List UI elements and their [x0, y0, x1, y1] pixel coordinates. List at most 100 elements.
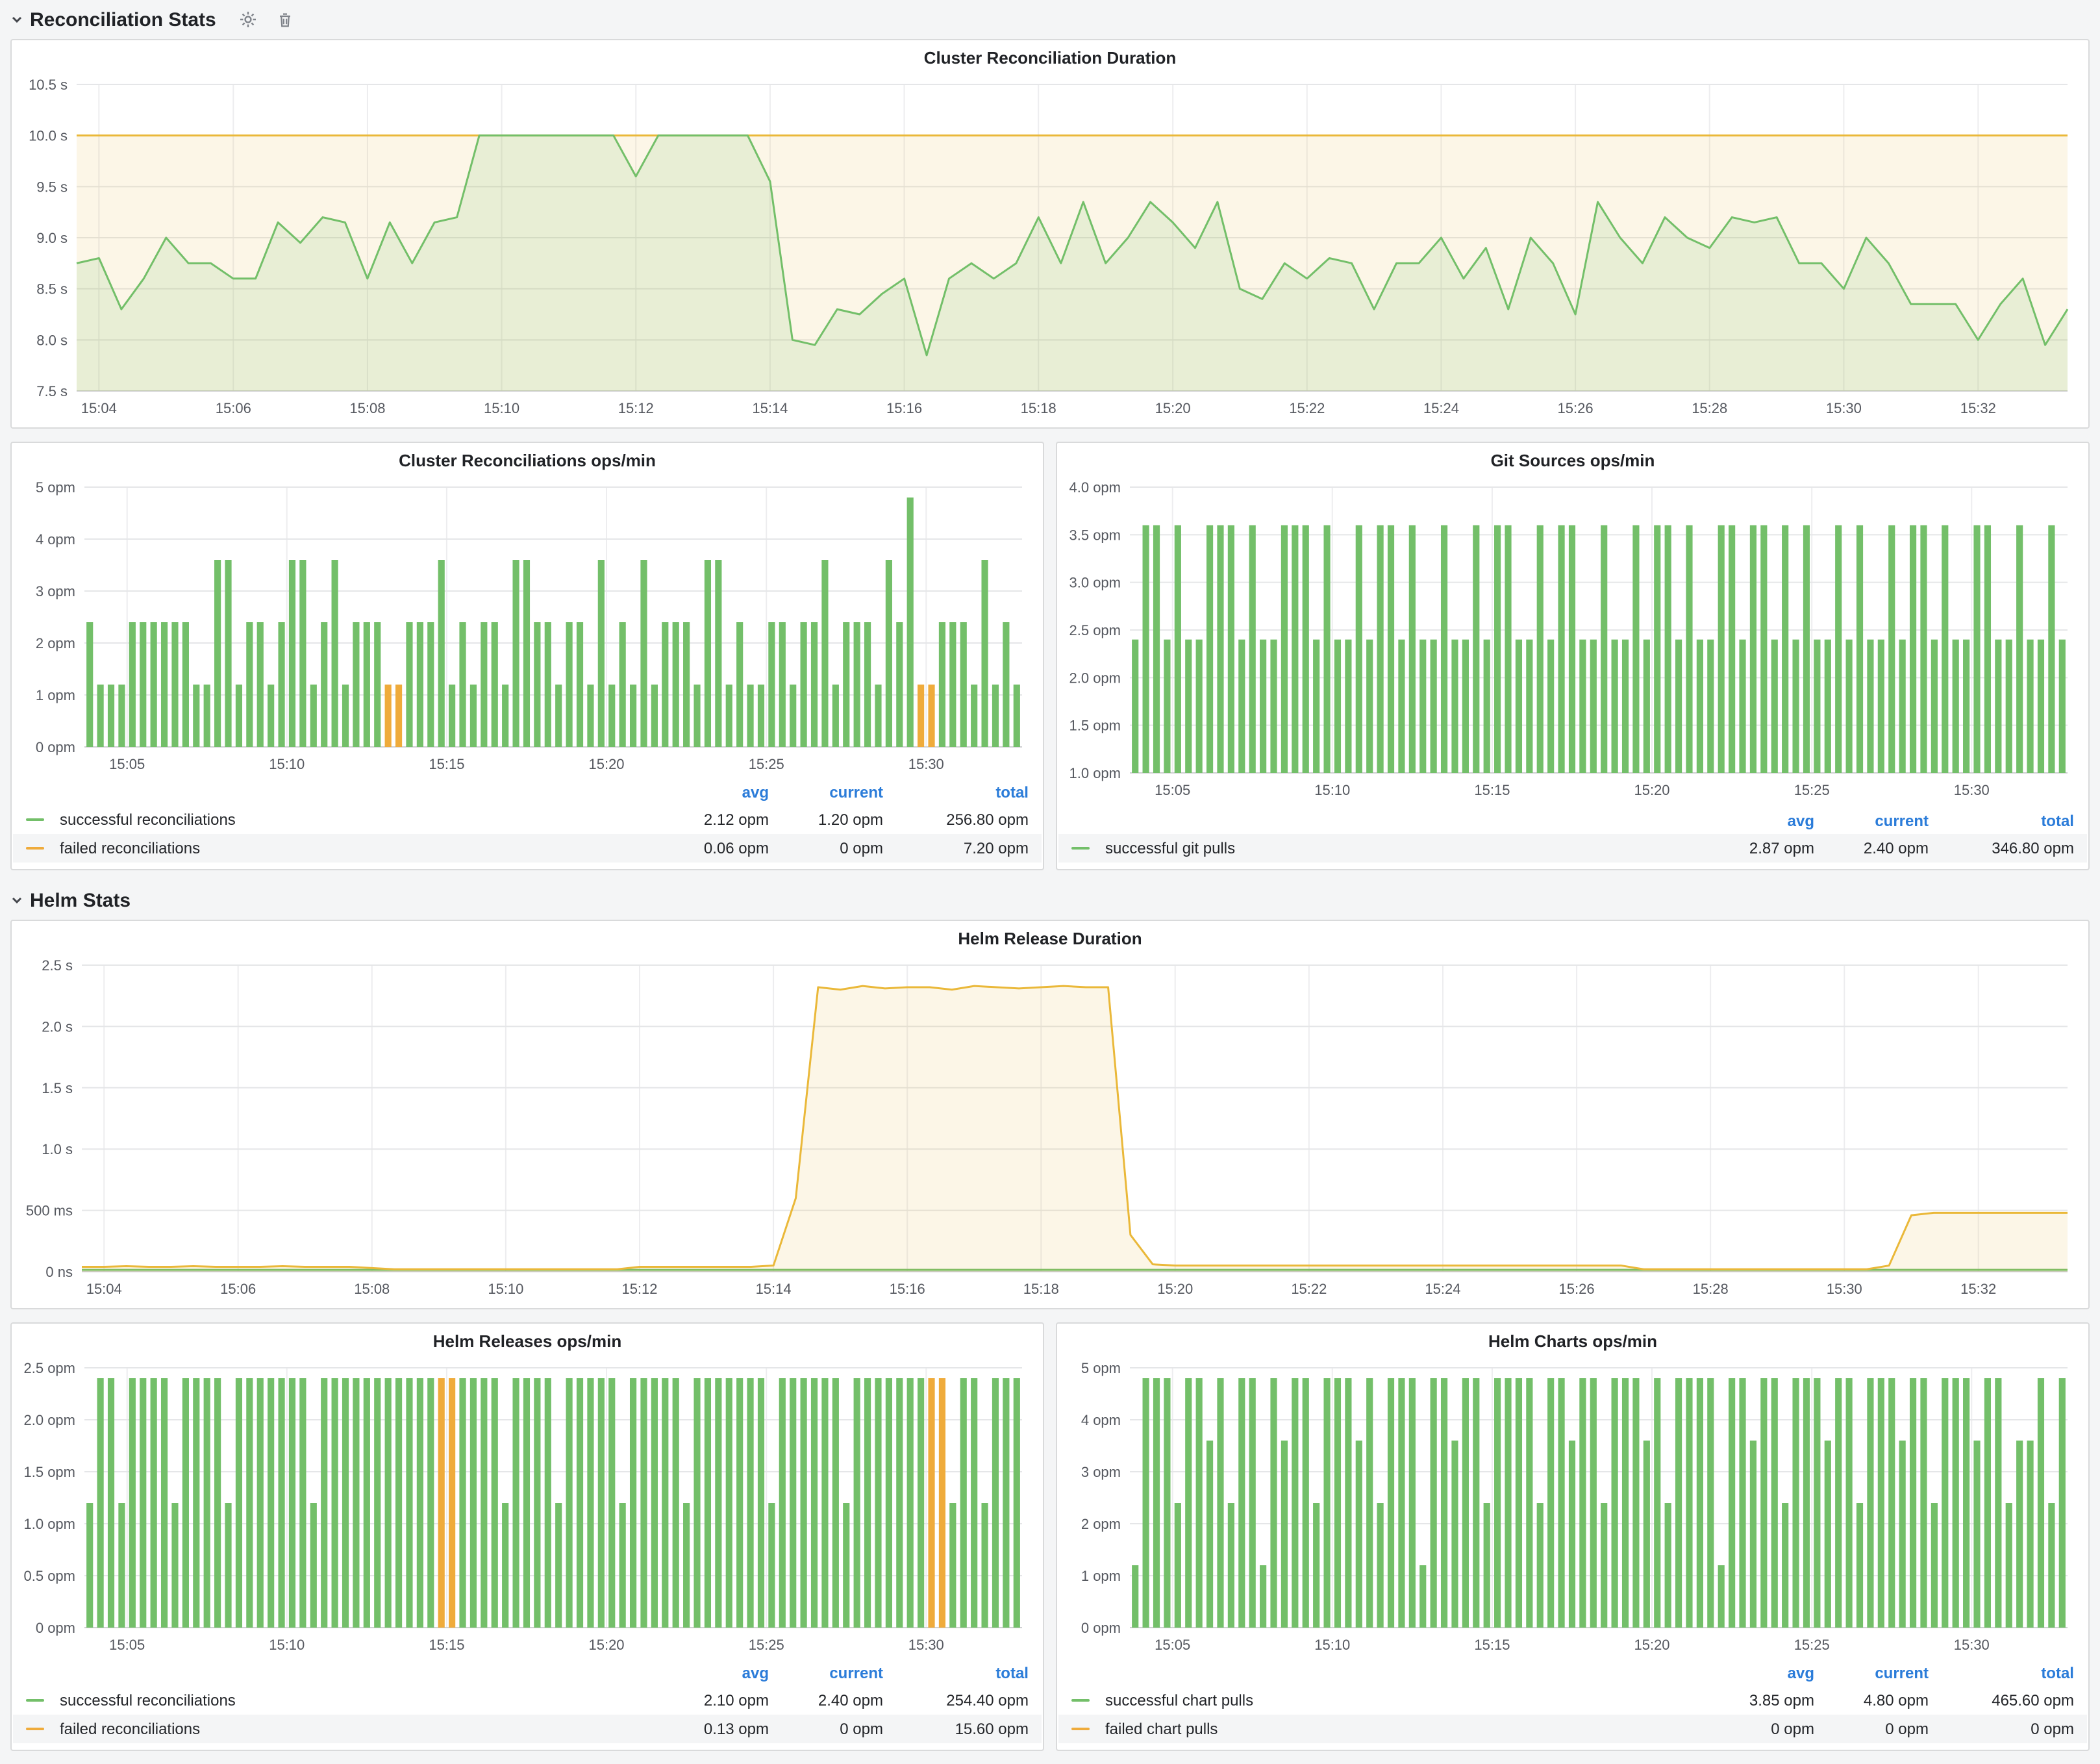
x-tick-label: 15:16	[886, 400, 922, 416]
x-tick-label: 15:08	[354, 1281, 390, 1297]
x-tick-label: 15:10	[1314, 782, 1350, 798]
y-tick-label: 1.5 opm	[1069, 718, 1121, 734]
panel-title[interactable]: Cluster Reconciliation Duration	[12, 40, 2088, 74]
panel-helm-releases-ops: Helm Releases ops/min 15:0515:1015:1515:…	[10, 1322, 1044, 1751]
y-tick-label: 1.5 opm	[24, 1464, 76, 1480]
legend-col-current[interactable]: current	[769, 783, 883, 801]
legend-col-avg[interactable]: avg	[1700, 1664, 1814, 1682]
panel-title[interactable]: Helm Charts ops/min	[1057, 1324, 2088, 1357]
x-tick-label: 15:06	[216, 400, 251, 416]
x-tick-label: 15:05	[109, 756, 145, 772]
panel-title[interactable]: Helm Release Duration	[12, 921, 2088, 955]
y-tick-label: 8.0 s	[36, 332, 68, 348]
x-tick-label: 15:30	[1826, 400, 1862, 416]
legend-total-value: 0 opm	[1929, 1720, 2074, 1738]
legend-current-value: 2.40 opm	[769, 1691, 883, 1709]
x-tick-label: 15:24	[1423, 400, 1459, 416]
x-tick-label: 15:25	[749, 1637, 784, 1653]
row-settings-button[interactable]	[240, 10, 258, 29]
row-title[interactable]: Reconciliation Stats	[30, 8, 216, 31]
series-label[interactable]: successful chart pulls	[1105, 1691, 1700, 1709]
series-swatch	[1071, 1699, 1090, 1702]
x-tick-label: 15:30	[1954, 782, 1990, 798]
y-tick-label: 8.5 s	[36, 281, 68, 297]
legend-col-avg[interactable]: avg	[655, 1664, 769, 1682]
y-tick-label: 1 opm	[36, 687, 75, 703]
legend: avg current total successful git pulls 2…	[1058, 808, 2087, 863]
x-tick-label: 15:30	[908, 756, 944, 772]
x-tick-label: 15:14	[756, 1281, 792, 1297]
y-tick-label: 9.5 s	[36, 179, 68, 195]
panel-title[interactable]: Git Sources ops/min	[1057, 443, 2088, 477]
y-tick-label: 2 opm	[1081, 1516, 1121, 1532]
x-tick-label: 15:20	[1157, 1281, 1193, 1297]
y-tick-label: 2.5 s	[42, 957, 73, 974]
legend-row: successful reconciliations 2.12 opm 1.20…	[13, 805, 1042, 834]
panel-cluster-reconciliation-duration: Cluster Reconciliation Duration 15:0415:…	[10, 39, 2090, 429]
cluster-reconciliation-duration-chart[interactable]: 15:0415:0615:0815:1015:1215:1415:1615:18…	[17, 74, 2083, 422]
git-sources-ops-chart[interactable]: 15:0515:1015:1515:2015:2515:301.0 opm1.5…	[1062, 477, 2083, 804]
legend-header: avg current total	[1058, 808, 2087, 834]
legend-col-current[interactable]: current	[1814, 812, 1929, 830]
y-tick-label: 1 opm	[1081, 1568, 1121, 1584]
panel-title[interactable]: Cluster Reconciliations ops/min	[12, 443, 1043, 477]
y-tick-label: 2.5 opm	[24, 1360, 76, 1376]
x-tick-label: 15:26	[1558, 400, 1594, 416]
y-tick-label: 2.5 opm	[1069, 622, 1121, 638]
helm-releases-ops-chart[interactable]: 15:0515:1015:1515:2015:2515:300 opm0.5 o…	[17, 1357, 1038, 1659]
series-label[interactable]: failed chart pulls	[1105, 1720, 1700, 1738]
legend-avg-value: 0.06 opm	[655, 839, 769, 857]
y-tick-label: 500 ms	[26, 1203, 73, 1219]
helm-charts-ops-chart[interactable]: 15:0515:1015:1515:2015:2515:300 opm1 opm…	[1062, 1357, 2083, 1659]
x-tick-label: 15:15	[429, 756, 464, 772]
legend-col-avg[interactable]: avg	[655, 783, 769, 801]
y-tick-label: 2.0 opm	[1069, 670, 1121, 686]
helm-release-duration-chart[interactable]: 15:0415:0615:0815:1015:1215:1415:1615:18…	[17, 955, 2083, 1303]
row-header-reconciliation-stats[interactable]: Reconciliation Stats	[10, 0, 2090, 39]
legend-col-total[interactable]: total	[883, 1664, 1029, 1682]
x-tick-label: 15:20	[1634, 1637, 1669, 1653]
legend-row: failed reconciliations 0.06 opm 0 opm 7.…	[13, 834, 1042, 863]
y-tick-label: 2 opm	[36, 635, 75, 651]
legend-header: avg current total	[13, 779, 1042, 805]
y-tick-label: 0 opm	[36, 739, 75, 755]
panel-git-sources-ops: Git Sources ops/min 15:0515:1015:1515:20…	[1056, 442, 2090, 870]
series-label[interactable]: failed reconciliations	[60, 1720, 655, 1738]
x-tick-label: 15:20	[588, 756, 624, 772]
x-tick-label: 15:18	[1023, 1281, 1059, 1297]
panel-cluster-reconciliations-ops: Cluster Reconciliations ops/min 15:05 15:…	[10, 442, 1044, 870]
series-label[interactable]: failed reconciliations	[60, 839, 655, 857]
row-header-helm-stats[interactable]: Helm Stats	[10, 881, 2090, 920]
legend-total-value: 346.80 opm	[1929, 839, 2074, 857]
y-tick-label: 9.0 s	[36, 230, 68, 246]
legend-row: successful chart pulls 3.85 opm 4.80 opm…	[1058, 1686, 2087, 1715]
legend-avg-value: 2.87 opm	[1700, 839, 1814, 857]
y-tick-label: 3 opm	[1081, 1464, 1121, 1480]
series-label[interactable]: successful reconciliations	[60, 811, 655, 829]
series-label[interactable]: successful git pulls	[1105, 839, 1700, 857]
series-label[interactable]: successful reconciliations	[60, 1691, 655, 1709]
x-tick-label: 15:15	[1474, 1637, 1510, 1653]
x-tick-label: 15:20	[1634, 782, 1669, 798]
legend-col-avg[interactable]: avg	[1700, 812, 1814, 830]
x-tick-label: 15:12	[621, 1281, 657, 1297]
y-tick-label: 0 ns	[45, 1264, 73, 1280]
row-delete-button[interactable]	[277, 11, 294, 28]
legend-col-total[interactable]: total	[883, 783, 1029, 801]
x-tick-label: 15:10	[269, 1637, 305, 1653]
legend-total-value: 7.20 opm	[883, 839, 1029, 857]
panel-title[interactable]: Helm Releases ops/min	[12, 1324, 1043, 1357]
legend-col-total[interactable]: total	[1929, 1664, 2074, 1682]
y-tick-label: 1.0 opm	[1069, 765, 1121, 781]
y-tick-label: 7.5 s	[36, 383, 68, 399]
legend-col-current[interactable]: current	[1814, 1664, 1929, 1682]
cluster-reconciliations-ops-chart[interactable]: 15:0515:1015:1515:2015:2515:300 opm1 opm…	[17, 477, 1038, 778]
x-tick-label: 15:18	[1021, 400, 1056, 416]
row-title[interactable]: Helm Stats	[30, 889, 131, 911]
y-tick-label: 10.0 s	[29, 128, 68, 144]
x-tick-label: 15:28	[1693, 1281, 1729, 1297]
legend-col-total[interactable]: total	[1929, 812, 2074, 830]
legend-avg-value: 0.13 opm	[655, 1720, 769, 1738]
legend-col-current[interactable]: current	[769, 1664, 883, 1682]
x-tick-label: 15:05	[1155, 1637, 1190, 1653]
